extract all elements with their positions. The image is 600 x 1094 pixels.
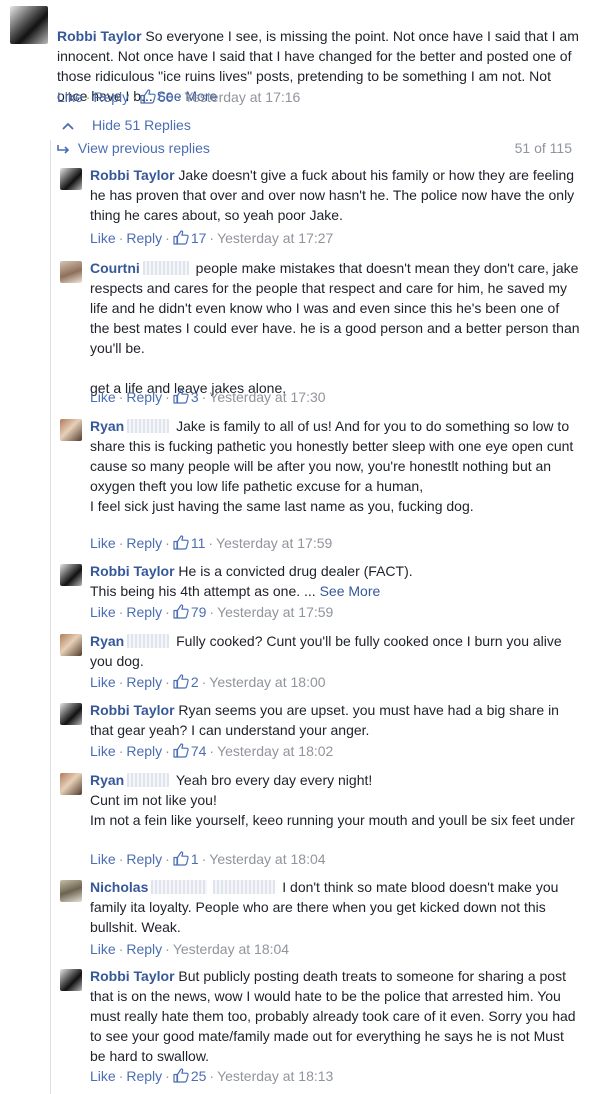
like-count[interactable]: 25: [191, 1068, 207, 1084]
comment-author[interactable]: Robbi Taylor: [90, 968, 175, 984]
thumbs-up-icon[interactable]: [173, 851, 189, 866]
like-link[interactable]: Like: [90, 230, 116, 246]
comment-actions: Like · Reply · 3 · Yesterday at 17:30: [90, 389, 326, 405]
avatar[interactable]: [60, 969, 82, 991]
comment-author[interactable]: Ryan: [90, 772, 124, 788]
redacted-name: [127, 634, 170, 648]
comment-actions: Like · Reply · 60 · Yesterday at 17:16: [57, 89, 301, 105]
comment-actions: Like · Reply · Yesterday at 18:04: [90, 941, 290, 957]
reply-link[interactable]: Reply: [126, 743, 162, 759]
like-count[interactable]: 1: [191, 851, 199, 867]
comment-actions: Like · Reply · 2 · Yesterday at 18:00: [90, 674, 326, 690]
comment-author[interactable]: Courtni: [90, 260, 140, 276]
reply-link[interactable]: Reply: [126, 851, 162, 867]
comment-actions: Like · Reply · 74 · Yesterday at 18:02: [90, 743, 334, 759]
redacted-name: [127, 773, 170, 787]
comment-actions: Like · Reply · 1 · Yesterday at 18:04: [90, 851, 326, 867]
thumbs-up-icon[interactable]: [173, 743, 189, 758]
thread-divider: [50, 140, 51, 1094]
avatar[interactable]: [60, 564, 82, 586]
comment-text: people make mistakes that doesn't mean t…: [90, 260, 580, 396]
thumbs-up-icon[interactable]: [173, 230, 189, 245]
view-previous-replies-link[interactable]: View previous replies: [78, 140, 210, 156]
like-count[interactable]: 79: [191, 604, 207, 620]
comment-author[interactable]: Robbi Taylor: [90, 167, 175, 183]
like-count[interactable]: 74: [191, 743, 207, 759]
timestamp[interactable]: Yesterday at 17:16: [184, 89, 300, 105]
thumbs-up-icon[interactable]: [140, 89, 156, 104]
timestamp[interactable]: Yesterday at 17:27: [217, 230, 333, 246]
comment-author[interactable]: Nicholas: [90, 879, 148, 895]
like-link[interactable]: Like: [90, 743, 116, 759]
hide-replies-button[interactable]: Hide 51 Replies: [62, 117, 191, 133]
avatar[interactable]: [60, 168, 82, 190]
thumbs-up-icon[interactable]: [173, 1068, 189, 1083]
avatar[interactable]: [60, 880, 82, 902]
comment-actions: Like · Reply · 25 · Yesterday at 18:13: [90, 1068, 334, 1084]
avatar[interactable]: [60, 261, 82, 283]
like-link[interactable]: Like: [90, 535, 116, 551]
chevron-up-icon: [62, 117, 78, 133]
thumbs-up-icon[interactable]: [173, 389, 189, 404]
reply-link[interactable]: Reply: [126, 1068, 162, 1084]
reply-arrow-icon: [57, 140, 78, 156]
like-count[interactable]: 17: [191, 230, 207, 246]
avatar[interactable]: [60, 634, 82, 656]
reply-link[interactable]: Reply: [126, 604, 162, 620]
avatar[interactable]: [60, 703, 82, 725]
reply-link[interactable]: Reply: [126, 535, 162, 551]
like-count[interactable]: 3: [191, 389, 199, 405]
reply-link[interactable]: Reply: [126, 941, 162, 957]
timestamp[interactable]: Yesterday at 17:30: [209, 389, 325, 405]
comment-actions: Like · Reply · 79 · Yesterday at 17:59: [90, 604, 334, 620]
reply-link[interactable]: Reply: [126, 230, 162, 246]
timestamp[interactable]: Yesterday at 18:00: [209, 674, 325, 690]
timestamp[interactable]: Yesterday at 17:59: [217, 604, 333, 620]
timestamp[interactable]: Yesterday at 18:04: [209, 851, 325, 867]
like-link[interactable]: Like: [90, 389, 116, 405]
thumbs-up-icon[interactable]: [173, 535, 189, 550]
like-link[interactable]: Like: [57, 89, 83, 105]
avatar[interactable]: [60, 419, 82, 441]
avatar[interactable]: [60, 773, 82, 795]
thumbs-up-icon[interactable]: [173, 604, 189, 619]
comment-author[interactable]: Robbi Taylor: [90, 702, 175, 718]
timestamp[interactable]: Yesterday at 18:04: [173, 941, 289, 957]
like-link[interactable]: Like: [90, 674, 116, 690]
like-count[interactable]: 2: [191, 674, 199, 690]
comment-actions: Like · Reply · 17 · Yesterday at 17:27: [90, 230, 334, 246]
reply-link[interactable]: Reply: [93, 89, 129, 105]
comment-author[interactable]: Robbi Taylor: [57, 28, 142, 44]
comment-author[interactable]: Ryan: [90, 418, 124, 434]
reply-link[interactable]: Reply: [126, 674, 162, 690]
thumbs-up-icon[interactable]: [173, 674, 189, 689]
avatar[interactable]: [10, 6, 48, 44]
redacted-name: [142, 261, 189, 275]
like-link[interactable]: Like: [90, 941, 116, 957]
reply-link[interactable]: Reply: [126, 389, 162, 405]
reply-count: 51 of 115: [514, 140, 572, 156]
redacted-name: [151, 880, 208, 894]
like-link[interactable]: Like: [90, 851, 116, 867]
redacted-name: [127, 419, 170, 433]
hide-replies-label: Hide 51 Replies: [92, 117, 191, 133]
top-comment: Robbi Taylor So everyone I see, is missi…: [0, 0, 600, 110]
view-previous-row: View previous replies 51 of 115: [57, 140, 582, 156]
comment-author[interactable]: Ryan: [90, 633, 124, 649]
like-link[interactable]: Like: [90, 604, 116, 620]
redacted-name: [213, 880, 276, 894]
like-count[interactable]: 11: [191, 535, 206, 551]
see-more-link[interactable]: See More: [320, 583, 381, 599]
timestamp[interactable]: Yesterday at 17:59: [216, 535, 332, 551]
comment-actions: Like · Reply · 11 · Yesterday at 17:59: [90, 535, 333, 551]
comment-author[interactable]: Robbi Taylor: [90, 563, 175, 579]
like-link[interactable]: Like: [90, 1068, 116, 1084]
timestamp[interactable]: Yesterday at 18:02: [217, 743, 333, 759]
like-count[interactable]: 60: [158, 89, 174, 105]
timestamp[interactable]: Yesterday at 18:13: [217, 1068, 333, 1084]
